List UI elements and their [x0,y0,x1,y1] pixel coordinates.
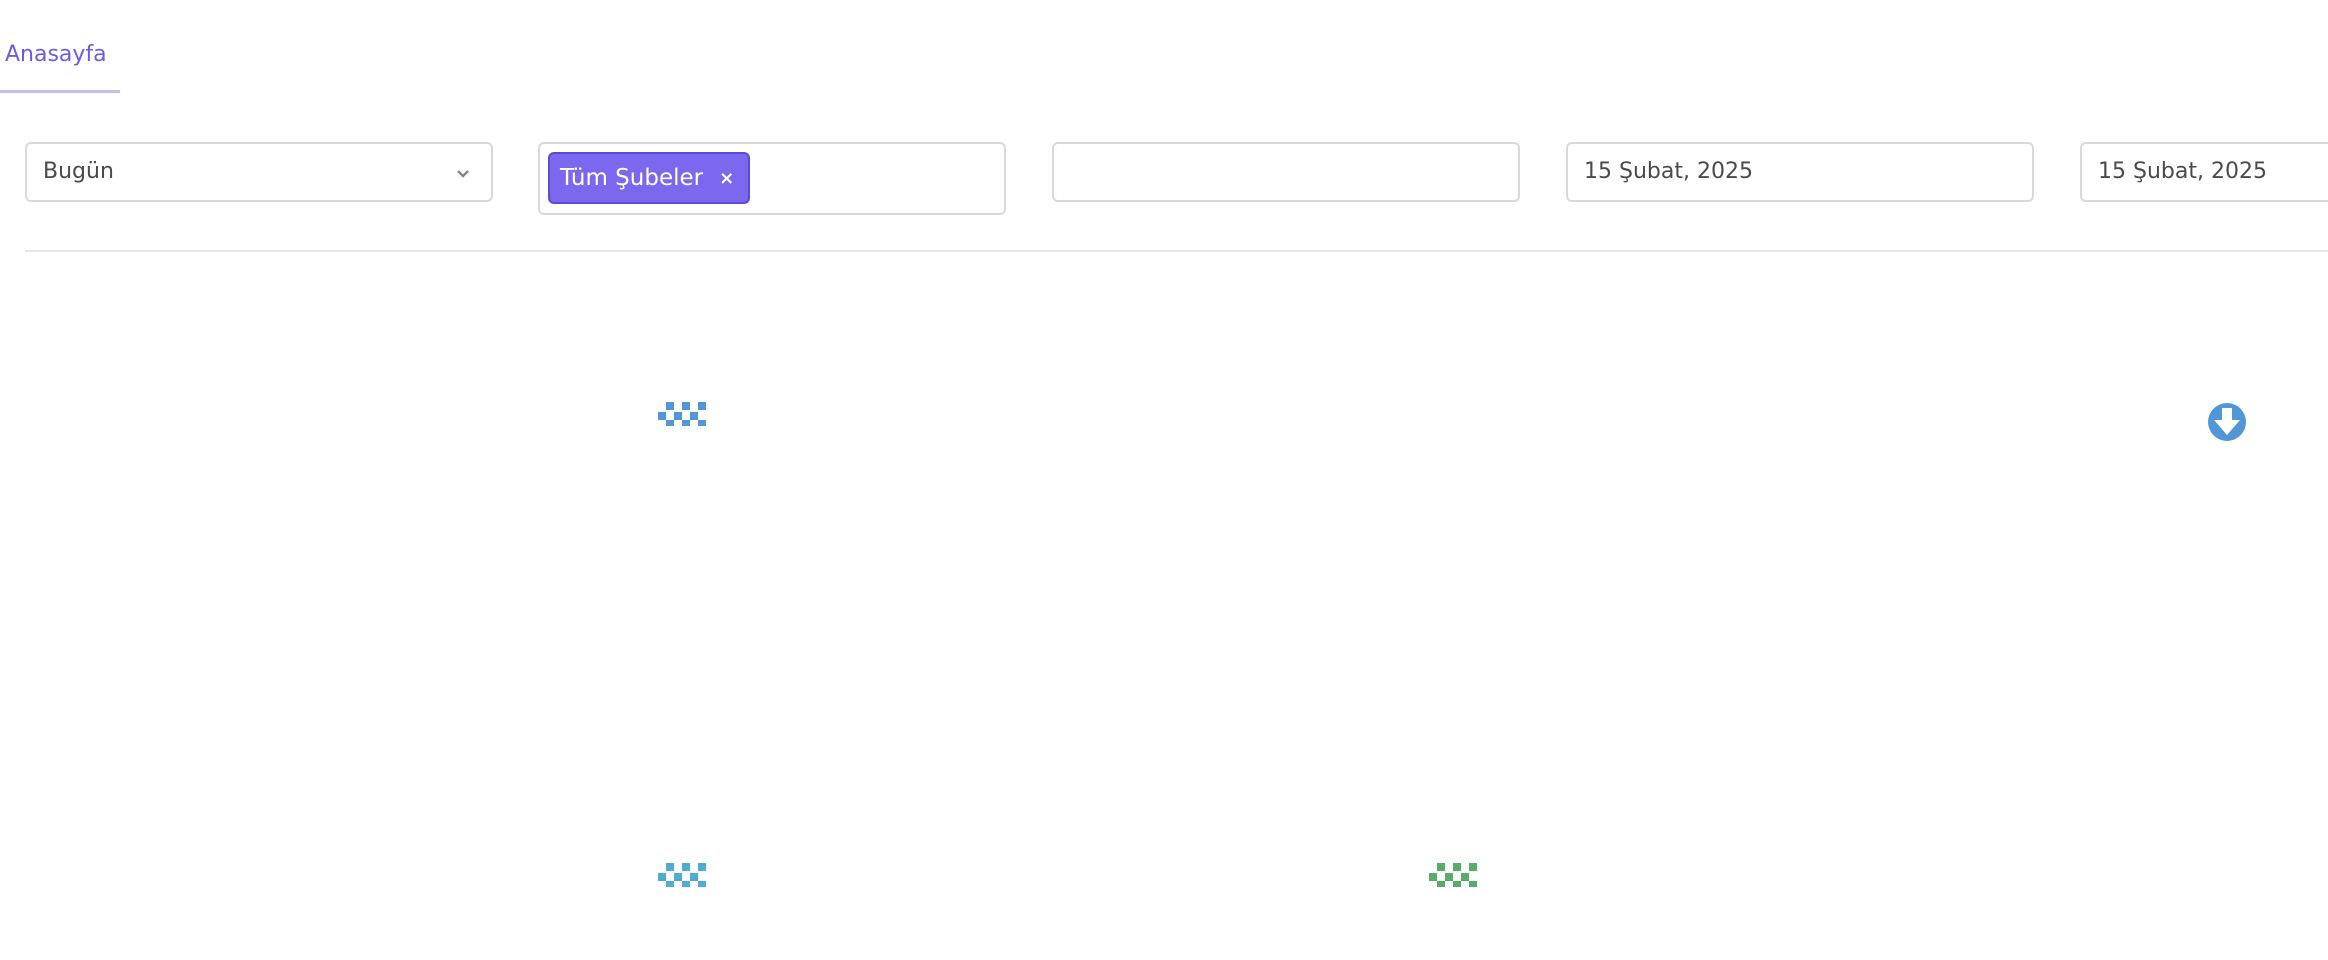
lira-icon [646,620,718,684]
card-title: Aktif Şube Sayısı [81,304,265,329]
stat-card-per-person-average: Kişi Ortalama TL 0,64 [796,504,1521,684]
stat-card-lahmacun-sales: LAHMACUN Satış Adedi 7.765 [25,735,750,915]
stat-card-pide-sales: PİDE Satış Adedi 355 [796,735,1521,915]
start-date-field[interactable]: 15 Şubat, 2025 [1566,142,2034,202]
card-divider [1622,586,2234,588]
card-value: TL 1.283.740,63 [852,380,1134,416]
card-title: Kişi Ortalama [852,534,1001,559]
stat-card-active-branches: Aktif Şube Sayısı 17 [25,274,750,454]
stat-card-total-revenue: Toplam Ciro TL 1.283.740,63 [796,274,1521,454]
stat-card-month-end-estimate: Ay Sonu Tahmini Ciro TL 28.812.545,26 [1566,504,2291,684]
end-date-field[interactable]: 15 Şubat, 2025 [2080,142,2328,202]
end-date-value: 15 Şubat, 2025 [2098,159,2267,184]
branch-multiselect[interactable]: Tüm Şubeler × [538,142,1006,215]
period-select[interactable]: Bugün [25,142,493,202]
tab-anasayfa[interactable]: Anasayfa [0,30,120,93]
card-divider [81,817,693,819]
tab-label: Anasayfa [5,42,107,67]
card-divider [1622,356,2234,358]
card-value: 2.075 [1622,380,1721,416]
filter-divider [25,250,2328,252]
card-title: LAHMACUN Satış Adedi [81,765,337,790]
stat-card-total-checks: Toplam Çek Sayısı 2.075 [1566,274,2291,454]
card-divider [852,356,1464,358]
chip-remove-icon[interactable]: × [719,168,734,189]
branch-chip-label: Tüm Şubeler [560,165,704,191]
card-value: TL 0,64 [852,610,981,646]
card-title: PİDE Satış Adedi [852,765,1033,790]
list-icon [2187,620,2259,684]
card-title: Ortalama Çek Tutarı [81,534,301,559]
search-input[interactable] [1052,142,1520,202]
card-title: Toplam Çek Sayısı [1622,304,1820,329]
card-title: Toplam Ciro [852,304,981,329]
flag-checkered-icon [646,851,718,915]
card-divider [852,586,1464,588]
card-value: 7.765 [81,841,180,877]
arrow-circle-down-icon [2187,390,2259,454]
flag-checkered-icon [646,390,718,454]
start-date-value: 15 Şubat, 2025 [1584,159,1753,184]
card-value: TL 28.812.545,26 [1622,610,1925,646]
card-divider [852,817,1464,819]
period-select-value: Bugün [43,159,114,184]
card-value: TL 618,67 [81,610,253,646]
card-title: Ay Sonu Tahmini Ciro [1622,534,1854,559]
music-note-icon [1417,390,1489,454]
stat-card-average-check: Ortalama Çek Tutarı TL 618,67 [25,504,750,684]
card-divider [81,356,693,358]
flag-checkered-icon [1417,851,1489,915]
chevron-down-icon [455,166,471,182]
card-value: 17 [81,380,125,416]
card-divider [81,586,693,588]
list-icon [1417,620,1489,684]
branch-chip: Tüm Şubeler × [548,152,751,204]
card-value: 355 [852,841,917,877]
